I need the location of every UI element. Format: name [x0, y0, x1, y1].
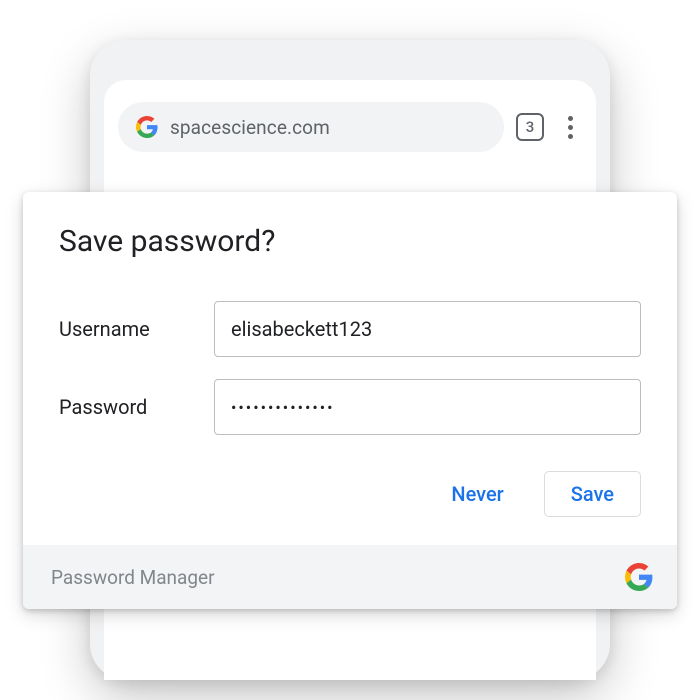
dialog-footer: Password Manager	[23, 545, 677, 609]
save-password-dialog: Save password? Username Password •••••••…	[23, 192, 677, 609]
dialog-actions: Never Save	[59, 471, 641, 517]
google-logo-icon	[136, 116, 158, 138]
tab-count-value: 3	[526, 118, 535, 136]
password-input[interactable]: ••••••••••••••	[214, 379, 641, 435]
more-vert-icon	[568, 116, 573, 139]
username-label: Username	[59, 317, 214, 341]
username-input[interactable]	[214, 301, 641, 357]
dialog-body: Save password? Username Password •••••••…	[23, 192, 677, 545]
password-label: Password	[59, 395, 214, 419]
address-bar-row: spacescience.com 3	[104, 102, 596, 152]
footer-label: Password Manager	[51, 566, 215, 589]
save-button[interactable]: Save	[544, 471, 641, 517]
overflow-menu-button[interactable]	[556, 113, 584, 141]
omnibox[interactable]: spacescience.com	[118, 102, 504, 152]
tab-switcher-button[interactable]: 3	[516, 113, 544, 141]
never-button[interactable]: Never	[439, 474, 515, 514]
dialog-title: Save password?	[59, 224, 641, 259]
password-row: Password ••••••••••••••	[59, 379, 641, 435]
url-text: spacescience.com	[170, 116, 330, 139]
username-row: Username	[59, 301, 641, 357]
google-logo-icon	[625, 563, 653, 591]
